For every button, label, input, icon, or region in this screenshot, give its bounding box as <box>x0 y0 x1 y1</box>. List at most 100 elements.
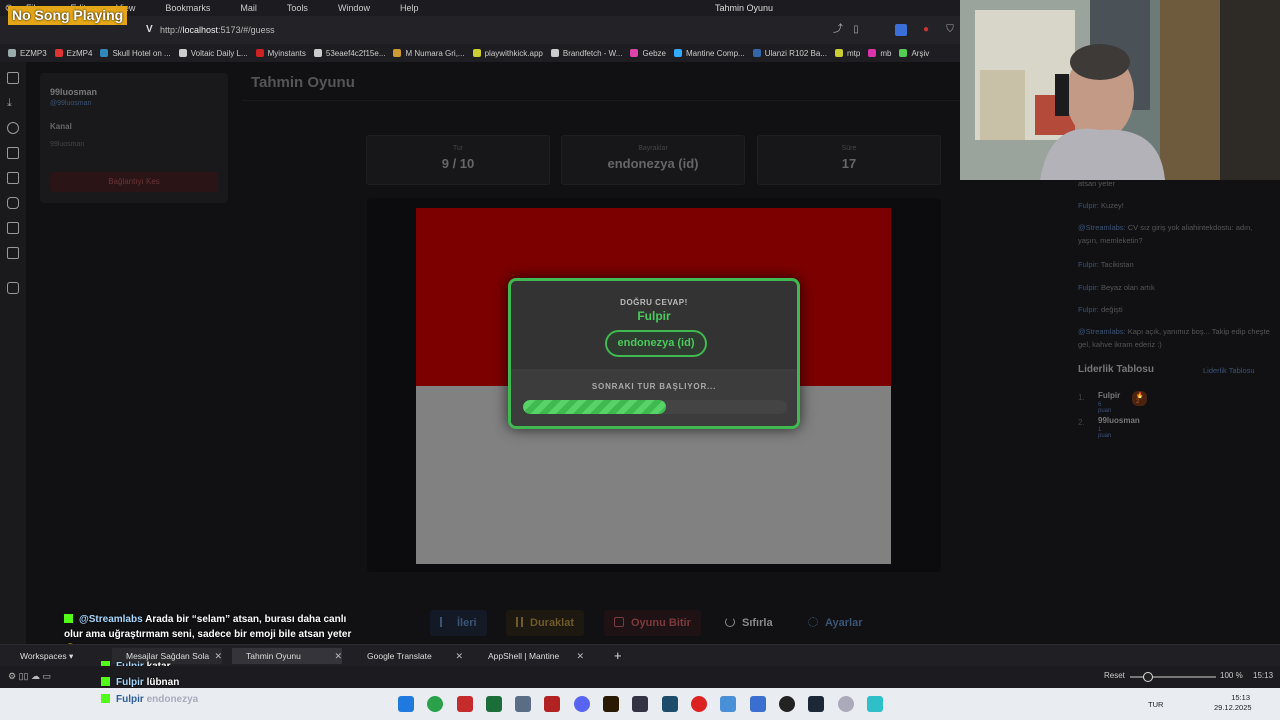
terminal-icon[interactable] <box>486 696 502 712</box>
leaderboard-link[interactable]: Liderlik Tablosu <box>1203 366 1255 375</box>
bookmark-item[interactable]: Myinstants <box>255 48 306 58</box>
next-button[interactable]: İleri <box>430 610 487 636</box>
obs-icon[interactable] <box>779 696 795 712</box>
close-tab-icon[interactable]: ✕ <box>455 648 463 664</box>
bookmark-item[interactable]: mb <box>868 49 891 58</box>
close-tab-icon[interactable]: ✕ <box>334 648 342 664</box>
app-icon[interactable] <box>867 696 883 712</box>
chat-text: Tacikistan <box>1100 260 1134 269</box>
bookmark-item[interactable]: mtp <box>834 49 860 58</box>
window-panel-icon[interactable] <box>7 222 19 234</box>
bookmark-label: 53eaef4c2f15e... <box>325 48 386 58</box>
app-icon[interactable] <box>632 696 648 712</box>
disconnect-button[interactable]: Bağlantıyı Kes <box>50 172 218 192</box>
add-panel-icon[interactable] <box>7 282 19 294</box>
notes-panel-icon[interactable] <box>7 147 19 159</box>
file-explorer-icon[interactable] <box>720 696 736 712</box>
stream-chat-text: endonezya <box>146 694 199 705</box>
bookmark-favicon-icon <box>752 49 761 57</box>
bookmark-label: Skull Hotel on ... <box>112 48 171 58</box>
stat-round: Tur 9 / 10 <box>366 135 550 185</box>
bookmark-item[interactable]: Brandfetch - W... <box>550 48 623 58</box>
channel-input[interactable]: 99luosman <box>50 141 84 148</box>
zoom-level: 100 % <box>1220 671 1243 680</box>
settings-button-label: Ayarlar <box>825 617 863 629</box>
bookmark-icon[interactable]: ▯ <box>850 24 862 36</box>
bookmark-item[interactable]: Gebze <box>630 49 666 58</box>
app-icon[interactable] <box>838 696 854 712</box>
zoom-slider-knob[interactable] <box>1143 672 1153 682</box>
user-name: 99luosman <box>50 87 98 97</box>
stat-flag-label: Bayraklar <box>638 145 668 152</box>
workspaces-button[interactable]: Workspaces ▾ <box>6 648 86 664</box>
app-icon[interactable] <box>515 696 531 712</box>
mail-panel-icon[interactable] <box>7 247 19 259</box>
end-game-button[interactable]: Oyunu Bitir <box>604 610 701 636</box>
system-time: 15:13 <box>1231 693 1250 702</box>
stat-time: Süre 17 <box>757 135 941 185</box>
bookmark-item[interactable]: Voltaic Daily L... <box>178 48 248 58</box>
bookmarks-panel-icon[interactable] <box>7 72 19 84</box>
record-icon[interactable]: ● <box>920 24 932 36</box>
bookmark-label: Myinstants <box>267 48 306 58</box>
record-app-icon[interactable] <box>691 696 707 712</box>
bookmark-label: Brandfetch - W... <box>562 48 623 58</box>
tab-google-translate[interactable]: Google Translate ✕ <box>353 648 463 664</box>
steam-icon[interactable] <box>808 696 824 712</box>
menu-help[interactable]: Help <box>392 3 419 13</box>
close-tab-icon[interactable]: ✕ <box>214 648 222 664</box>
illustrator-icon[interactable] <box>603 696 619 712</box>
user-handle[interactable]: @99luosman <box>50 100 91 107</box>
bookmark-item[interactable]: Mantine Comp... <box>674 49 745 58</box>
bookmark-item[interactable]: EzMP4 <box>54 49 92 58</box>
discord-icon[interactable] <box>574 696 590 712</box>
tab-appshell-mantine[interactable]: AppShell | Mantine ✕ <box>474 648 584 664</box>
chat-message: @Streamlabs: Kapı açık, yanımız boş... T… <box>1078 325 1274 349</box>
start-icon[interactable] <box>398 696 414 712</box>
url-field[interactable]: http://localhost:5173/#/guess <box>160 25 275 35</box>
status-icons[interactable]: ⚙ ▯▯ ☁ ▭ <box>8 671 51 682</box>
bookmark-label: Voltaic Daily L... <box>190 48 248 58</box>
menu-tools[interactable]: Tools <box>279 3 308 13</box>
app-icon[interactable] <box>750 696 766 712</box>
chat-message: Fulpir: değişti <box>1078 303 1274 316</box>
filezilla-icon[interactable] <box>544 696 560 712</box>
reading-list-panel-icon[interactable] <box>7 197 19 209</box>
bookmark-item[interactable]: playwithkick.app <box>472 49 543 58</box>
reset-button[interactable]: Sıfırla <box>715 610 783 636</box>
menu-bookmarks[interactable]: Bookmarks <box>157 3 210 13</box>
input-language[interactable]: TUR <box>1148 700 1163 709</box>
history-panel-icon[interactable] <box>7 122 19 134</box>
menu-window[interactable]: Window <box>330 3 370 13</box>
chrome-icon[interactable] <box>427 696 443 712</box>
bookmark-item[interactable]: M Numara Gri,... <box>393 49 465 58</box>
bookmark-favicon-icon <box>899 49 908 57</box>
translate-icon[interactable] <box>895 24 907 36</box>
vivaldi-v-icon[interactable]: V <box>146 24 153 35</box>
vivaldi-icon[interactable] <box>457 696 473 712</box>
app-icon[interactable] <box>662 696 678 712</box>
refresh-icon <box>725 617 735 627</box>
bookmark-item[interactable]: Ulanzi R102 Ba... <box>752 48 827 58</box>
pause-button[interactable]: Duraklat <box>506 610 585 636</box>
bookmark-item[interactable]: 53eaef4c2f15e... <box>313 48 386 58</box>
menu-mail[interactable]: Mail <box>232 3 257 13</box>
tab-tahmin-oyunu[interactable]: Tahmin Oyunu ✕ <box>232 648 342 664</box>
bookmark-favicon-icon <box>550 49 559 57</box>
share-icon[interactable]: ⤴ <box>832 24 844 36</box>
new-tab-icon[interactable]: + <box>614 648 622 664</box>
translate-panel-icon[interactable] <box>7 172 19 184</box>
close-tab-icon[interactable]: ✕ <box>576 648 584 664</box>
system-clock[interactable]: 15:13 29.12.2025 <box>1214 693 1252 713</box>
bookmark-item[interactable]: EZMP3 <box>8 49 47 58</box>
shield-icon[interactable]: ⛉ <box>944 24 956 36</box>
bookmark-item[interactable]: Arşiv <box>899 49 929 58</box>
downloads-panel-icon[interactable]: ⤓ <box>7 97 19 109</box>
kick-icon <box>64 614 73 623</box>
bookmarks-bar: EZMP3 EzMP4 Skull Hotel on ... Voltaic Dail… <box>0 44 960 62</box>
zoom-reset[interactable]: Reset <box>1104 671 1125 680</box>
bookmark-label: Ulanzi R102 Ba... <box>764 48 827 58</box>
bookmark-item[interactable]: Skull Hotel on ... <box>100 48 171 58</box>
leaderboard-name: 99luosman <box>1098 416 1140 425</box>
settings-button[interactable]: Ayarlar <box>798 610 873 636</box>
